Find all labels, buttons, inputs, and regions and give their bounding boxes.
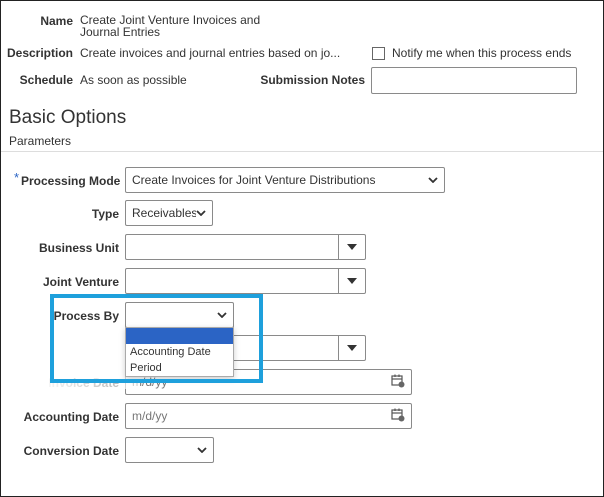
joint-venture-combobox[interactable]: [125, 268, 366, 294]
required-marker: *: [14, 170, 20, 185]
section-divider: [1, 151, 603, 152]
business-unit-dropdown-button[interactable]: [338, 235, 365, 259]
highlight-box: [50, 294, 263, 383]
notify-checkbox[interactable]: [372, 47, 385, 60]
chevron-down-icon: [197, 445, 207, 455]
business-unit-combobox[interactable]: [125, 234, 366, 260]
type-select[interactable]: Receivables: [125, 200, 213, 226]
section-title: Basic Options: [9, 107, 127, 128]
conversion-date-select[interactable]: [125, 437, 214, 463]
calendar-icon[interactable]: [391, 374, 405, 391]
name-label: Name: [40, 14, 73, 28]
joint-venture-dropdown-button[interactable]: [338, 269, 365, 293]
joint-venture-label: Joint Venture: [42, 275, 119, 289]
submission-notes-label: Submission Notes: [260, 73, 365, 87]
schedule-label: Schedule: [19, 73, 73, 87]
section-subtitle: Parameters: [9, 134, 72, 148]
processing-mode-select[interactable]: Create Invoices for Joint Venture Distri…: [125, 167, 445, 193]
name-value: Create Joint Venture Invoices and Journa…: [80, 14, 260, 38]
accounting-date-input[interactable]: m/d/yy: [125, 403, 412, 429]
type-label: Type: [91, 207, 119, 221]
accounting-date-placeholder: m/d/yy: [132, 409, 168, 423]
type-value: Receivables: [132, 206, 196, 220]
period-dropdown-button[interactable]: [338, 336, 365, 360]
business-unit-label: Business Unit: [38, 241, 119, 255]
chevron-down-icon: [196, 208, 206, 218]
chevron-down-icon: [428, 175, 438, 185]
processing-mode-value: Create Invoices for Joint Venture Distri…: [132, 173, 376, 187]
triangle-down-icon: [347, 345, 357, 351]
schedule-value: As soon as possible: [80, 73, 187, 87]
triangle-down-icon: [347, 244, 357, 250]
processing-mode-label: Processing Mode: [21, 174, 121, 188]
accounting-date-label: Accounting Date: [23, 410, 119, 424]
submission-notes-input[interactable]: [371, 67, 577, 94]
dialog-frame: Name Create Joint Venture Invoices and J…: [0, 0, 604, 497]
calendar-icon[interactable]: [391, 408, 405, 425]
notify-label: Notify me when this process ends: [392, 46, 572, 60]
description-value: Create invoices and journal entries base…: [80, 46, 341, 60]
name-value-line2: Journal Entries: [80, 25, 161, 39]
description-label: Description: [6, 46, 73, 60]
conversion-date-label: Conversion Date: [23, 444, 119, 458]
triangle-down-icon: [347, 278, 357, 284]
